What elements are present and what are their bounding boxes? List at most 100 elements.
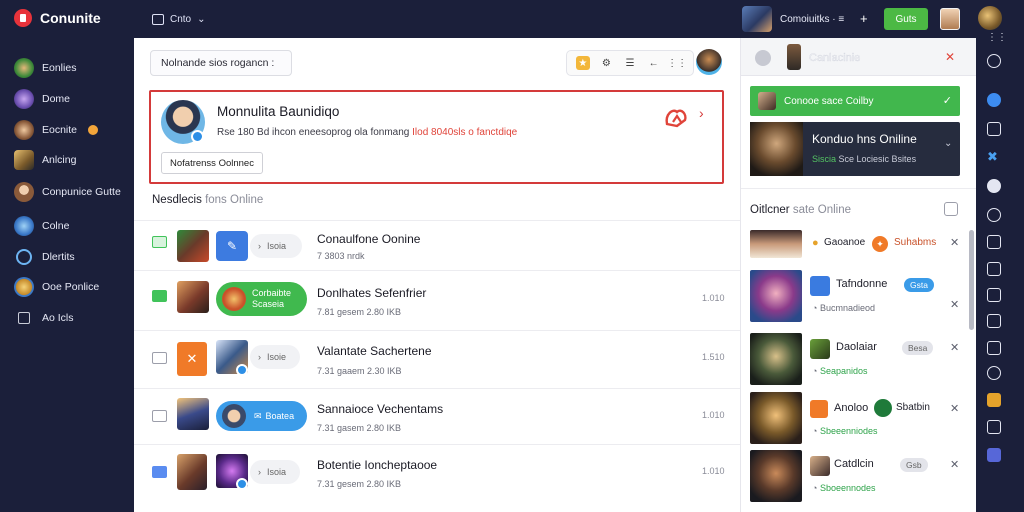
tag-avatar	[222, 404, 246, 428]
main-avatar[interactable]	[696, 49, 722, 75]
add-icon[interactable]: +	[860, 11, 868, 26]
section-title-main: Nesdlecis	[152, 194, 202, 206]
status-dot-icon	[236, 478, 248, 490]
chevron-right-icon: ›	[258, 352, 261, 362]
close-icon[interactable]: ✕	[950, 298, 959, 311]
sidebar-item-ao-icls[interactable]: Ao Icls	[14, 308, 74, 328]
tag-pill[interactable]: › Isoia	[250, 460, 300, 484]
sidebar-item-anlcing[interactable]: Anlcing	[14, 150, 76, 170]
now-playing-card[interactable]: Konduo hns Oniline Siscia Sce Lociesic B…	[750, 122, 960, 176]
game-icon	[810, 339, 830, 359]
top-menu-dropdown[interactable]: Cnto ⌄	[146, 9, 212, 29]
friend-status: ◔ Bucmnadieod	[812, 303, 875, 313]
plus-icon[interactable]	[987, 448, 1001, 462]
card-title: Konduo hns Oniline	[812, 132, 917, 146]
top-action-button[interactable]: Guts	[884, 8, 928, 30]
account-avatar[interactable]	[978, 6, 1002, 30]
moon-icon[interactable]	[987, 208, 1001, 222]
featured-desc-text: Rse 180 Bd ihcon eneesoprog ola fonmang	[217, 127, 410, 138]
row-subtitle: 7.31 gasem 2.80 IKB	[317, 423, 402, 433]
table-row[interactable]: ✕ › Isoie Valantate Sachertene 7.31 gaaem…	[134, 332, 725, 390]
mail-icon[interactable]	[987, 235, 1001, 249]
row-checkbox[interactable]	[152, 352, 167, 364]
row-tag[interactable]: Corbaibte Scaseia	[216, 282, 307, 316]
chevron-down-icon: ⌄	[197, 13, 206, 25]
right-panel-header: Canlacinie ✕	[741, 38, 977, 76]
sidebar-item-label: Dlertits	[42, 251, 75, 263]
globe-icon[interactable]	[987, 366, 1001, 380]
help-icon[interactable]	[987, 179, 1001, 193]
top-bar: Conunite Cnto ⌄ Comoiuitks · ≡ + Guts	[0, 0, 1024, 38]
friend-pill: Besa	[902, 341, 934, 355]
list-item[interactable]: Tafndonne Gsta ◔ Bucmnadieod ✕	[750, 270, 960, 322]
status-banner[interactable]: Conooe sace Coilby ✓	[750, 86, 960, 116]
chevron-right-icon[interactable]: ›	[699, 105, 704, 121]
row-title: Botentie Ioncheptaooe	[317, 458, 438, 472]
table-icon[interactable]	[987, 262, 1001, 276]
scrollbar[interactable]	[969, 230, 974, 330]
refresh-icon[interactable]	[987, 54, 1001, 68]
table-row[interactable]: › Isoia Botentie Ioncheptaooe 7.31 gesem …	[134, 446, 725, 504]
sidebar-item-eonlies[interactable]: Eonlies	[14, 58, 76, 78]
row-time: 1.010	[702, 410, 725, 420]
close-icon[interactable]: ✕	[950, 341, 959, 354]
settings-icon[interactable]: ⚙	[599, 56, 613, 70]
list-item[interactable]: Daolaiar Besa ◔ Seapanidos ✕	[750, 333, 960, 385]
star-icon[interactable]: ★	[575, 56, 590, 70]
sidebar-item-dlertits[interactable]: Dlertits	[14, 247, 75, 267]
sidebar-item-eocnite[interactable]: Eocnite	[14, 120, 99, 140]
knight-icon	[14, 150, 34, 170]
window-icon[interactable]	[987, 420, 1001, 434]
list-item[interactable]: Anoloo Sbatbin ◔ Sbeeenniodes ✕	[750, 392, 960, 444]
close-icon[interactable]: ✕	[950, 402, 959, 415]
folder-icon[interactable]	[987, 314, 1001, 328]
list-item[interactable]: ● Gaoanoe ✦ Suhabms ✕	[750, 230, 960, 260]
back-icon[interactable]: ←	[647, 56, 661, 70]
grid-icon[interactable]: ⋮⋮	[667, 56, 687, 70]
tag-sublabel: Scaseia	[252, 299, 285, 309]
tag-label: Isoia	[267, 241, 287, 251]
close-icon[interactable]: ✕	[950, 458, 959, 471]
top-user-area[interactable]: Comoiuitks · ≡	[742, 6, 844, 32]
tag-icon[interactable]	[987, 288, 1001, 302]
list-icon[interactable]: ☰	[623, 56, 637, 70]
sidebar-item-dome[interactable]: Dome	[14, 89, 70, 109]
divider	[134, 330, 740, 331]
ellipsis-icon[interactable]: ⋮⋮	[987, 32, 1007, 46]
search-input[interactable]: Nolnande sios rogancn :	[150, 50, 292, 76]
book-icon[interactable]	[987, 341, 1001, 355]
row-checkbox[interactable]	[152, 290, 167, 302]
chevron-down-icon[interactable]: ⌄	[944, 138, 952, 149]
featured-button[interactable]: Nofatrenss Oolnnec	[161, 152, 263, 174]
close-icon[interactable]: ✕	[950, 236, 959, 249]
profile-avatar[interactable]	[940, 8, 960, 30]
divider	[741, 188, 977, 189]
check-icon: ✓	[942, 95, 952, 107]
row-tag[interactable]: ✉ Boatea	[216, 401, 307, 431]
note-icon[interactable]	[987, 393, 1001, 407]
row-checkbox[interactable]	[152, 236, 167, 248]
table-row[interactable]: ✉ Boatea Sannaioce Vechentams 7.31 gasem…	[134, 390, 725, 448]
table-row[interactable]: ✎ › Isoia Conaulfone Oonine 7 3803 nrdk	[134, 222, 724, 280]
row-checkbox[interactable]	[152, 410, 167, 422]
tag-pill[interactable]: › Isoia	[250, 234, 302, 258]
friend-status-text: Seapanidos	[819, 366, 868, 376]
right-panel: Canlacinie ✕ Conooe sace Coilby ✓ Konduo…	[740, 38, 977, 512]
sidebar-item-conpunice[interactable]: Conpunice Gutte	[14, 182, 121, 202]
friend-avatar	[750, 333, 802, 385]
section-subtitle: sate Online	[792, 204, 852, 216]
sidebar-item-colne[interactable]: Colne	[14, 216, 69, 236]
image-icon[interactable]	[987, 122, 1001, 136]
close-icon[interactable]: ✕	[945, 50, 955, 64]
featured-card[interactable]: Monnulita Baunidiqo Rse 180 Bd ihcon ene…	[149, 90, 724, 184]
settings-icon[interactable]	[755, 50, 771, 66]
table-row[interactable]: Corbaibte Scaseia Donlhates Sefenfrier 7.…	[134, 273, 725, 331]
chat-icon[interactable]	[987, 93, 1001, 107]
sidebar-item-ooe-ponlice[interactable]: Ooe Ponlice	[14, 277, 99, 297]
list-item[interactable]: Catdlcin Gsb ◔ Sboeennodes ✕	[750, 450, 960, 502]
tag-pill[interactable]: › Isoie	[250, 345, 300, 369]
shuffle-icon[interactable]: ✖	[987, 150, 1001, 164]
row-checkbox[interactable]	[152, 466, 167, 478]
brand[interactable]: Conunite	[14, 9, 101, 27]
chat-icon[interactable]	[944, 202, 958, 216]
